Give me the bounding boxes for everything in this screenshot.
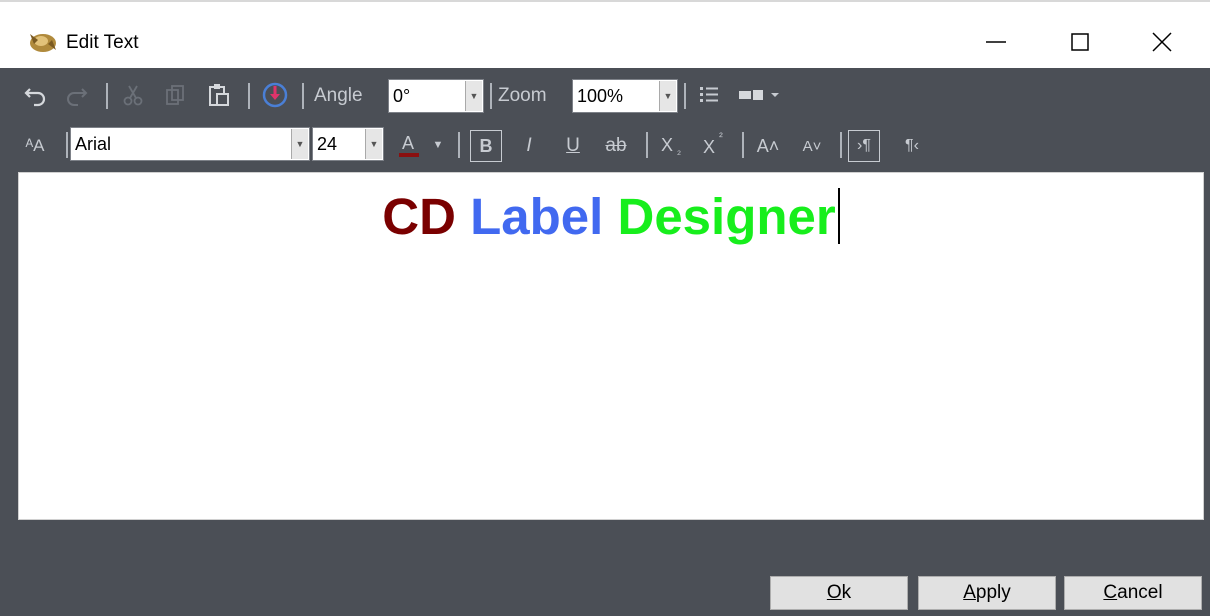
strikethrough-button[interactable]: ab: [598, 130, 634, 162]
separator: [106, 83, 108, 109]
apply-button[interactable]: Apply: [918, 576, 1056, 610]
redo-icon: [67, 88, 88, 106]
font-size-combo[interactable]: 24 ▼: [312, 127, 384, 161]
font-size-icon[interactable]: ᴬA: [20, 132, 50, 160]
cut-icon: [123, 85, 143, 106]
separator: [490, 83, 492, 109]
ok-label: k: [841, 582, 852, 603]
chevron-down-icon[interactable]: ▼: [291, 129, 308, 159]
title-bar: Edit Text: [0, 0, 1210, 68]
window-title: Edit Text: [66, 32, 139, 53]
zoom-label: Zoom: [498, 85, 547, 106]
rotate-button[interactable]: [258, 80, 292, 110]
copy-button[interactable]: [160, 80, 190, 110]
text-editor[interactable]: CD Label Designer: [18, 172, 1204, 520]
angle-combo[interactable]: 0° ▼: [388, 79, 484, 113]
close-icon: [1152, 32, 1172, 52]
chevron-down-icon[interactable]: ▼: [465, 81, 482, 111]
cancel-button[interactable]: Cancel: [1064, 576, 1202, 610]
undo-icon: [24, 88, 46, 107]
angle-label: Angle: [314, 85, 363, 106]
separator: [302, 83, 304, 109]
chevron-down-icon[interactable]: ▼: [365, 129, 382, 159]
maximize-button[interactable]: [1058, 20, 1102, 64]
redo-button[interactable]: [62, 80, 92, 110]
font-name-value: Arial: [75, 134, 112, 154]
list-icon: [700, 87, 718, 102]
toolbar-format: ᴬA Arial ▼ 24 ▼ A ▼ B I U ab X ₂ X ² A˄ …: [0, 124, 1210, 168]
editor-word[interactable]: CD: [382, 188, 456, 245]
superscript-button[interactable]: X ²: [698, 130, 728, 162]
angle-value: 0°: [393, 86, 411, 106]
close-button[interactable]: [1140, 20, 1184, 64]
editor-text[interactable]: CD Label Designer: [19, 187, 1203, 247]
font-color-icon: A: [399, 133, 419, 157]
cut-button[interactable]: [118, 80, 148, 110]
app-icon: [26, 30, 60, 56]
underline-button[interactable]: U: [560, 130, 586, 162]
minimize-button[interactable]: [974, 20, 1018, 64]
cancel-mnemonic: C: [1103, 582, 1118, 603]
ok-mnemonic: O: [826, 582, 842, 603]
subscript-button[interactable]: X ₂: [656, 130, 686, 162]
font-color-dropdown[interactable]: ▼: [428, 130, 448, 160]
font-name-combo[interactable]: Arial ▼: [70, 127, 310, 161]
separator: [684, 83, 686, 109]
list-button[interactable]: [694, 80, 724, 110]
bold-button[interactable]: B: [470, 130, 502, 162]
toolbar-edit: Angle 0° ▼ Zoom 100% ▼: [0, 74, 1210, 118]
grow-font-icon[interactable]: A˄: [752, 130, 784, 162]
layout-icon: [739, 90, 779, 100]
separator: [66, 132, 68, 158]
separator: [742, 132, 744, 158]
zoom-value: 100%: [577, 86, 624, 106]
font-size-value: 24: [317, 134, 338, 154]
subscript-marker: ₂: [676, 145, 682, 157]
zoom-combo[interactable]: 100% ▼: [572, 79, 678, 113]
rotate-icon: [262, 82, 288, 108]
editor-word[interactable]: Label: [470, 188, 603, 245]
undo-button[interactable]: [20, 80, 50, 110]
paste-button[interactable]: [204, 80, 234, 110]
ltr-icon[interactable]: ›¶: [848, 130, 880, 162]
text-caret: [837, 188, 840, 244]
minimize-icon: [986, 41, 1006, 43]
apply-mnemonic: A: [963, 582, 976, 603]
layout-dropdown[interactable]: [736, 80, 788, 110]
paste-icon: [209, 84, 229, 106]
shrink-font-icon[interactable]: A˅: [796, 130, 828, 162]
superscript-marker: ²: [719, 131, 723, 143]
rtl-icon[interactable]: ¶‹: [896, 130, 928, 162]
chevron-down-icon[interactable]: ▼: [659, 81, 676, 111]
font-color-button[interactable]: A: [394, 130, 424, 160]
separator: [458, 132, 460, 158]
italic-button[interactable]: I: [516, 130, 542, 162]
editor-word[interactable]: Designer: [617, 188, 835, 245]
separator: [646, 132, 648, 158]
separator: [840, 132, 842, 158]
maximize-icon: [1071, 33, 1089, 51]
separator: [248, 83, 250, 109]
ok-button[interactable]: Ok: [770, 576, 908, 610]
cancel-label: ancel: [1117, 582, 1163, 603]
copy-icon: [166, 85, 184, 105]
svg-text:A: A: [402, 133, 414, 153]
apply-label: pply: [975, 582, 1011, 603]
